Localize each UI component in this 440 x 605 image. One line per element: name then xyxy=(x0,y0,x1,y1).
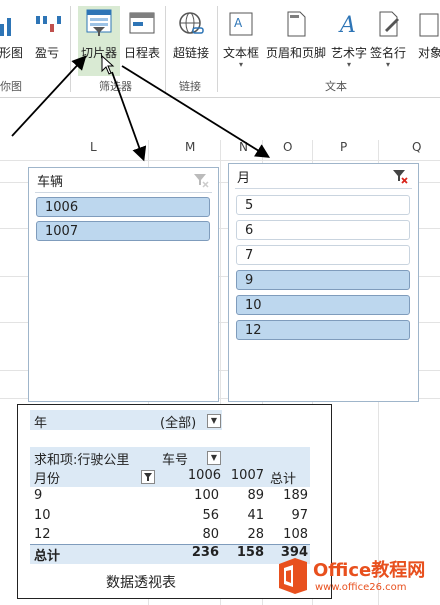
cell: 80 xyxy=(202,527,219,542)
slicer-item-7[interactable]: 7 xyxy=(236,245,410,265)
cell: 100 xyxy=(194,488,219,503)
cell: 108 xyxy=(283,527,308,542)
total-cell: 158 xyxy=(236,545,264,560)
slicer-item-10[interactable]: 10 xyxy=(236,295,410,315)
cell: 41 xyxy=(247,508,264,523)
row-label-12: 12 xyxy=(34,527,51,542)
slicer-item-1007[interactable]: 1007 xyxy=(36,221,210,241)
clear-filter-icon[interactable] xyxy=(392,168,408,184)
cell: 97 xyxy=(291,508,308,523)
cell: 89 xyxy=(247,488,264,503)
col-header-1006: 1006 xyxy=(187,468,221,483)
row-filter-button[interactable] xyxy=(141,470,155,484)
pivot-caption: 数据透视表 xyxy=(106,575,176,591)
slicer-item-1006[interactable]: 1006 xyxy=(36,197,210,217)
col-header-1007: 1007 xyxy=(230,468,264,483)
cell: 189 xyxy=(283,488,308,503)
pivot-filter-value[interactable]: (全部) xyxy=(160,412,196,431)
cell: 56 xyxy=(202,508,219,523)
column-dropdown-button[interactable]: ▼ xyxy=(207,451,221,465)
total-row-bg xyxy=(30,544,310,564)
total-label: 总计 xyxy=(34,549,61,564)
slicer-divider xyxy=(35,192,212,193)
slicer-vehicle[interactable]: 车辆 1006 1007 xyxy=(28,167,219,402)
cell: 28 xyxy=(247,527,264,542)
pivot-filter-label: 年 xyxy=(34,416,48,431)
row-label-9: 9 xyxy=(34,488,43,503)
col-header-total: 总计 xyxy=(270,472,297,487)
filter-icon xyxy=(144,473,152,481)
pivot-row-field: 月份 xyxy=(34,472,61,487)
total-cell: 236 xyxy=(191,545,219,560)
watermark-url: www.office26.com xyxy=(315,582,407,593)
slicer-item-12[interactable]: 12 xyxy=(236,320,410,340)
watermark-logo: Office教程网 www.office26.com xyxy=(273,550,438,602)
slicer-item-5[interactable]: 5 xyxy=(236,195,410,215)
pivot-col-field: 车号 xyxy=(162,453,189,468)
office-logo-icon xyxy=(279,558,307,594)
slicer-month[interactable]: 月 5 6 7 9 10 12 xyxy=(228,163,419,402)
slicer-item-9[interactable]: 9 xyxy=(236,270,410,290)
watermark-brand: Office教程网 xyxy=(313,560,426,581)
pivot-value-field: 求和项:行驶公里 xyxy=(34,453,130,468)
clear-filter-icon[interactable] xyxy=(193,172,209,188)
row-label-10: 10 xyxy=(34,508,51,523)
slicer-divider xyxy=(235,188,412,189)
slicer-month-title: 月 xyxy=(237,171,251,186)
slicer-item-6[interactable]: 6 xyxy=(236,220,410,240)
filter-dropdown-button[interactable]: ▼ xyxy=(207,414,221,428)
slicer-vehicle-title: 车辆 xyxy=(37,175,64,190)
